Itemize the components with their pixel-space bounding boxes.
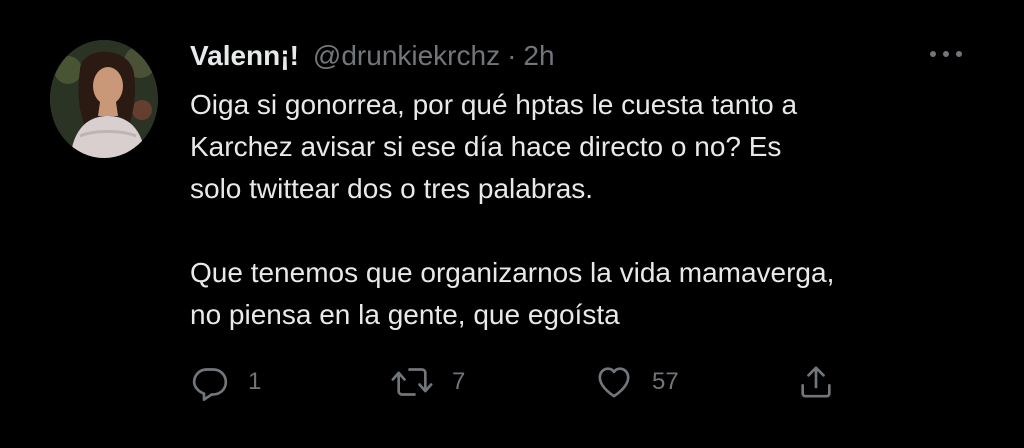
- tweet-line: solo twittear dos o tres palabras.: [190, 173, 594, 204]
- heart-icon: [598, 367, 630, 398]
- more-options-icon[interactable]: [930, 46, 962, 62]
- tweet-line: Karchez avisar si ese día hace directo o…: [190, 131, 782, 162]
- share-icon: [801, 366, 831, 398]
- avatar[interactable]: [50, 40, 158, 158]
- tweet-line: Que tenemos que organizarnos la vida mam…: [190, 257, 835, 288]
- like-count: 57: [652, 368, 679, 395]
- avatar-photo: [50, 40, 158, 158]
- user-handle[interactable]: @drunkiekrchz: [313, 38, 500, 74]
- reply-icon: [192, 368, 228, 401]
- more-dot: [930, 51, 936, 57]
- timestamp[interactable]: 2h: [523, 38, 554, 74]
- reply-button[interactable]: 1: [190, 362, 261, 402]
- tweet-header: Valenn¡! @drunkiekrchz · 2h: [190, 38, 555, 74]
- tweet-text: Oiga si gonorrea, por qué hptas le cuest…: [190, 84, 990, 336]
- reply-count: 1: [248, 368, 262, 395]
- like-button[interactable]: 57: [594, 362, 679, 402]
- tweet-paragraph-2: Que tenemos que organizarnos la vida mam…: [190, 252, 990, 336]
- separator-dot: ·: [507, 40, 517, 71]
- tweet-card[interactable]: Valenn¡! @drunkiekrchz · 2h Oiga si gono…: [0, 0, 1024, 448]
- tweet-line: Oiga si gonorrea, por qué hptas le cuest…: [190, 89, 798, 120]
- action-bar: 1 7 57: [190, 362, 840, 402]
- retweet-button[interactable]: 7: [390, 362, 465, 402]
- more-dot: [943, 51, 949, 57]
- display-name[interactable]: Valenn¡!: [190, 38, 299, 74]
- tweet-line: no piensa en la gente, que egoísta: [190, 299, 620, 330]
- tweet-paragraph-1: Oiga si gonorrea, por qué hptas le cuest…: [190, 84, 990, 210]
- share-button[interactable]: [796, 362, 836, 402]
- more-dot: [956, 51, 962, 57]
- retweet-count: 7: [452, 368, 466, 395]
- retweet-icon: [391, 368, 433, 396]
